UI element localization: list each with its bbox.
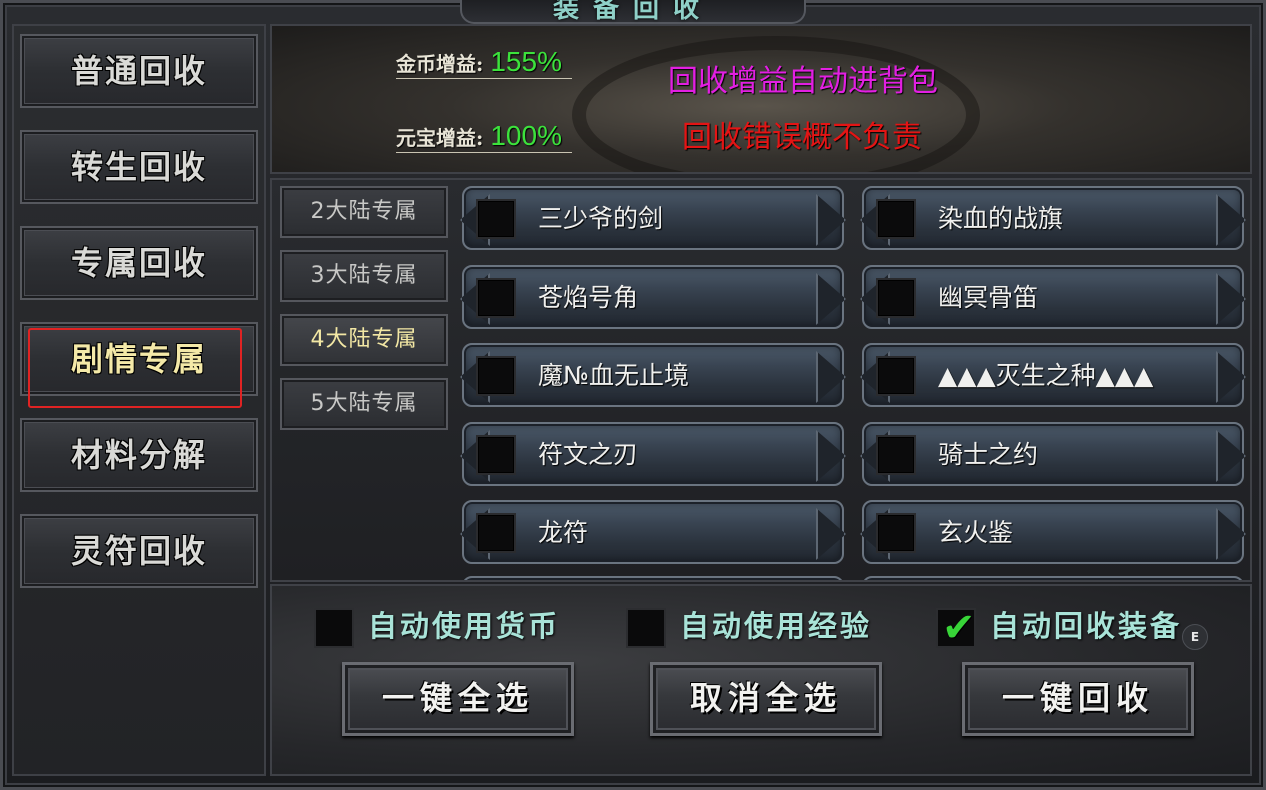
notice-disclaimer: 回收错误概不负责	[682, 120, 922, 155]
sidebar-item-talisman-recycle[interactable]: 灵符回收	[20, 514, 258, 588]
yuanbao-bonus-row: 元宝增益: 100%	[396, 120, 572, 153]
item-label: 玄火鉴	[938, 518, 1014, 547]
item-label: 魔№血无止境	[538, 361, 690, 390]
gold-bonus-row: 金币增益: 155%	[396, 46, 572, 79]
item-label: 幽冥骨笛	[938, 283, 1039, 312]
list-item[interactable]: 龙符	[462, 500, 844, 564]
item-label: 苍焰号角	[538, 283, 639, 312]
tab-continent-5[interactable]: 5大陆专属	[280, 378, 448, 430]
item-list-panel: 2大陆专属 3大陆专属 4大陆专属 5大陆专属 三少爷的剑 染血的战旗 苍焰号角…	[270, 178, 1252, 582]
auto-recycle-checkbox[interactable]: ✔	[936, 605, 976, 651]
auto-use-exp-label: 自动使用经验	[680, 609, 873, 643]
list-item-partial	[462, 576, 844, 580]
item-checkbox[interactable]	[476, 356, 516, 396]
item-checkbox[interactable]	[876, 513, 916, 553]
auto-use-currency-checkbox[interactable]	[314, 608, 354, 648]
list-item[interactable]: 三少爷的剑	[462, 186, 844, 250]
item-checkbox[interactable]	[476, 278, 516, 318]
auto-use-currency-label: 自动使用货币	[368, 609, 561, 643]
item-label: 三少爷的剑	[538, 204, 664, 233]
item-label: 龙符	[538, 518, 589, 547]
hotkey-badge: E	[1182, 624, 1208, 650]
tab-continent-2[interactable]: 2大陆专属	[280, 186, 448, 238]
category-sidebar: 普通回收 转生回收 专属回收 剧情专属 材料分解 灵符回收	[12, 24, 266, 776]
list-item[interactable]: ▲▲▲灭生之种▲▲▲	[862, 343, 1244, 407]
item-checkbox[interactable]	[476, 513, 516, 553]
item-checkbox[interactable]	[876, 356, 916, 396]
sidebar-item-material-decompose[interactable]: 材料分解	[20, 418, 258, 492]
notice-auto-bag: 回收增益自动进背包	[668, 64, 938, 99]
auto-recycle-label: 自动回收装备	[990, 609, 1183, 643]
recycle-button[interactable]: 一键回收	[962, 662, 1194, 736]
tab-continent-4[interactable]: 4大陆专属	[280, 314, 448, 366]
list-item[interactable]: 幽冥骨笛	[862, 265, 1244, 329]
list-item[interactable]: 符文之刃	[462, 422, 844, 486]
sidebar-item-story-exclusive[interactable]: 剧情专属	[20, 322, 258, 408]
checkmark-icon: ✔	[942, 605, 976, 651]
item-label: 染血的战旗	[938, 204, 1064, 233]
gold-bonus-label: 金币增益:	[396, 52, 484, 76]
list-item[interactable]: 染血的战旗	[862, 186, 1244, 250]
list-item[interactable]: 骑士之约	[862, 422, 1244, 486]
gold-bonus-value: 155%	[490, 46, 562, 77]
sidebar-item-rebirth-recycle[interactable]: 转生回收	[20, 130, 258, 204]
item-label: 骑士之约	[938, 440, 1039, 469]
item-checkbox[interactable]	[876, 435, 916, 475]
item-label: ▲▲▲灭生之种▲▲▲	[938, 361, 1154, 390]
option-auto-use-exp[interactable]: 自动使用经验	[626, 604, 926, 648]
item-checkbox[interactable]	[476, 199, 516, 239]
bonus-banner: 金币增益: 155% 元宝增益: 100% 回收增益自动进背包 回收错误概不负责	[270, 24, 1252, 174]
list-item-partial	[862, 576, 1244, 580]
list-item[interactable]: 苍焰号角	[462, 265, 844, 329]
item-checkbox[interactable]	[876, 278, 916, 318]
item-checkbox[interactable]	[876, 199, 916, 239]
item-label: 符文之刃	[538, 440, 639, 469]
option-auto-use-currency[interactable]: 自动使用货币	[314, 604, 614, 648]
sidebar-item-exclusive-recycle[interactable]: 专属回收	[20, 226, 258, 300]
item-checkbox[interactable]	[476, 435, 516, 475]
yuanbao-bonus-label: 元宝增益:	[396, 126, 484, 150]
sidebar-item-normal-recycle[interactable]: 普通回收	[20, 34, 258, 108]
deselect-all-button[interactable]: 取消全选	[650, 662, 882, 736]
select-all-button[interactable]: 一键全选	[342, 662, 574, 736]
window-title-bar: 装备回收	[460, 0, 806, 24]
list-item[interactable]: 魔№血无止境	[462, 343, 844, 407]
list-item[interactable]: 玄火鉴	[862, 500, 1244, 564]
window-title: 装备回收	[552, 0, 713, 24]
yuanbao-bonus-value: 100%	[490, 120, 562, 151]
auto-use-exp-checkbox[interactable]	[626, 608, 666, 648]
tab-continent-3[interactable]: 3大陆专属	[280, 250, 448, 302]
